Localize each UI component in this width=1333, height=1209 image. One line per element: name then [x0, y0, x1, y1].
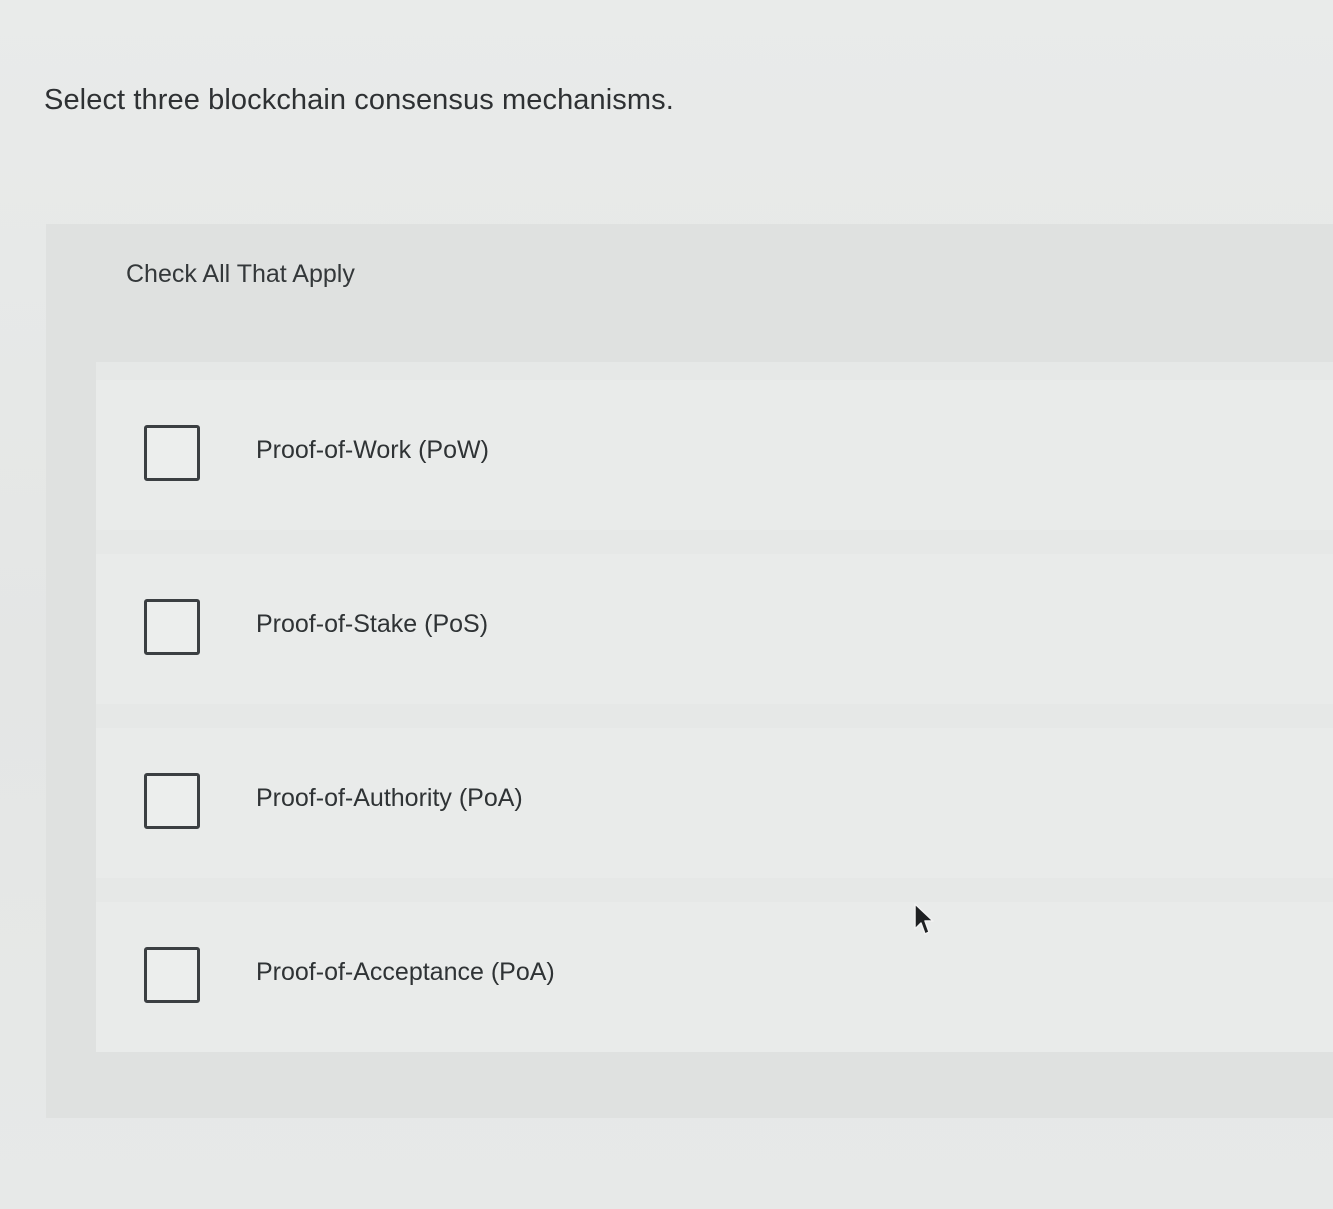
option-proof-of-authority[interactable]: Proof-of-Authority (PoA): [96, 728, 1333, 878]
instruction-text: Check All That Apply: [126, 260, 355, 288]
checkbox[interactable]: [144, 947, 200, 1003]
option-label: Proof-of-Stake (PoS): [256, 610, 489, 638]
checkbox[interactable]: [144, 425, 200, 481]
quiz-page: Select three blockchain consensus mechan…: [0, 0, 1333, 1209]
option-label: Proof-of-Authority (PoA): [256, 784, 523, 812]
question-text: Select three blockchain consensus mechan…: [44, 84, 674, 116]
checkbox[interactable]: [144, 773, 200, 829]
option-proof-of-stake[interactable]: Proof-of-Stake (PoS): [96, 554, 1333, 704]
options-list: Proof-of-Work (PoW) Proof-of-Stake (PoS)…: [96, 362, 1333, 1052]
option-proof-of-acceptance[interactable]: Proof-of-Acceptance (PoA): [96, 902, 1333, 1052]
mouse-pointer-icon: [914, 903, 934, 935]
option-proof-of-work[interactable]: Proof-of-Work (PoW): [96, 380, 1333, 530]
option-label: Proof-of-Work (PoW): [256, 436, 489, 464]
option-label: Proof-of-Acceptance (PoA): [256, 958, 555, 986]
answer-panel: Check All That Apply Proof-of-Work (PoW)…: [46, 224, 1333, 1118]
checkbox[interactable]: [144, 599, 200, 655]
